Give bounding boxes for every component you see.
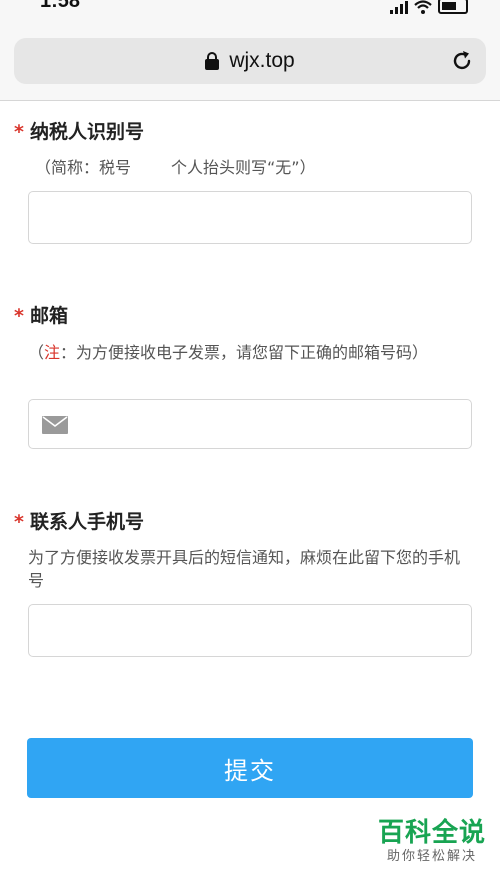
- email-hint: （注：为方便接收电子发票，请您留下正确的邮箱号码）: [28, 341, 478, 364]
- phone-label: * 联系人手机号: [14, 507, 144, 534]
- required-mark: *: [14, 511, 24, 533]
- reload-icon[interactable]: [450, 49, 474, 73]
- lock-icon: [205, 52, 220, 70]
- required-mark: *: [14, 121, 24, 143]
- email-hint-open: （: [28, 343, 45, 362]
- submit-button[interactable]: 提交: [27, 738, 473, 798]
- taxpayer-id-hint: （简称：税号 个人抬头则写“无”）: [35, 156, 485, 179]
- email-label: * 邮箱: [14, 301, 68, 328]
- address-bar[interactable]: wjx.top: [14, 38, 486, 84]
- email-label-text: 邮箱: [29, 305, 68, 327]
- watermark-logo: 百科全说 助你轻松解决: [378, 818, 486, 866]
- signal-icon: [390, 0, 408, 14]
- taxpayer-hint-right: 个人抬头则写“无”）: [171, 158, 316, 177]
- taxpayer-hint-left: （简称：税号: [35, 158, 132, 177]
- email-hint-rest: ：为方便接收电子发票，请您留下正确的邮箱号码）: [60, 343, 429, 362]
- required-mark: *: [14, 305, 24, 327]
- browser-toolbar: wjx.top: [0, 18, 500, 101]
- mail-icon: [42, 416, 68, 434]
- phone-input[interactable]: [28, 604, 472, 657]
- email-input[interactable]: [28, 399, 472, 449]
- status-time: 1:58: [40, 0, 81, 12]
- battery-icon: [438, 0, 468, 14]
- phone-label-text: 联系人手机号: [29, 511, 144, 533]
- status-icons: [390, 0, 468, 14]
- taxpayer-id-label: * 纳税人识别号: [14, 117, 144, 144]
- wifi-icon: [414, 0, 432, 14]
- url-text: wjx.top: [229, 49, 295, 72]
- watermark-subtitle: 助你轻松解决: [386, 849, 477, 864]
- watermark-title: 百科全说: [377, 818, 486, 848]
- taxpayer-id-label-text: 纳税人识别号: [29, 121, 144, 143]
- taxpayer-id-input[interactable]: [28, 191, 472, 244]
- phone-hint: 为了方便接收发票开具后的短信通知，麻烦在此留下您的手机号: [28, 548, 461, 590]
- status-bar: 1:58: [0, 0, 500, 18]
- email-hint-note: 注: [44, 343, 61, 362]
